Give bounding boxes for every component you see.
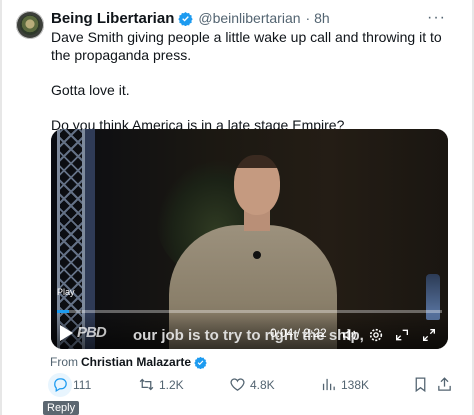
play-tooltip: Play xyxy=(57,287,75,297)
pip-icon[interactable] xyxy=(394,327,410,343)
repost-button[interactable]: 1.2K xyxy=(138,376,184,393)
attribution-source[interactable]: Christian Malazarte xyxy=(81,355,191,369)
share-button[interactable] xyxy=(436,376,457,393)
fullscreen-icon[interactable] xyxy=(421,327,437,343)
timestamp[interactable]: · 8h xyxy=(306,10,330,26)
tweet-text-line: Gotta love it. xyxy=(51,82,130,98)
speaker-head xyxy=(234,155,280,215)
repost-icon xyxy=(139,378,154,391)
like-count: 4.8K xyxy=(250,377,275,392)
verified-badge-icon xyxy=(194,356,207,369)
repost-count: 1.2K xyxy=(159,377,184,392)
reply-icon xyxy=(54,378,67,393)
avatar[interactable] xyxy=(16,11,44,39)
video-controls: PBD our job is to try to right the ship,… xyxy=(51,313,448,349)
video-time: 0:04 / 2:22 xyxy=(270,326,327,340)
like-button[interactable]: 4.8K xyxy=(229,376,275,393)
avatar-seal-image xyxy=(20,15,40,35)
microphone xyxy=(253,251,261,259)
watermark-logo: PBD xyxy=(77,324,107,341)
video-caption: our job is to try to right the ship, xyxy=(133,327,364,344)
views-count: 138K xyxy=(341,377,370,392)
bookmark-icon xyxy=(415,377,426,393)
settings-icon[interactable] xyxy=(368,327,384,343)
share-icon xyxy=(438,377,451,391)
tweet-text: Dave Smith giving people a little wake u… xyxy=(51,28,451,134)
volume-icon[interactable] xyxy=(341,327,357,343)
video-player[interactable]: Play PBD our job is to try to right the … xyxy=(51,129,448,349)
reply-tooltip: Reply xyxy=(43,401,80,415)
like-icon xyxy=(230,378,245,391)
bookmark-button[interactable] xyxy=(412,376,433,393)
reply-count: 111 xyxy=(73,377,92,392)
attribution-prefix: From xyxy=(50,355,78,369)
verified-badge-icon xyxy=(178,11,194,26)
views-icon xyxy=(322,378,335,391)
tweet-header: Being Libertarian @beinlibertarian · 8h xyxy=(51,9,330,27)
action-bar: 111 1.2K 4.8K 138K xyxy=(46,373,457,398)
author-name[interactable]: Being Libertarian xyxy=(51,10,174,27)
reply-button[interactable]: 111 xyxy=(48,373,92,397)
more-icon[interactable]: ··· xyxy=(427,9,446,27)
play-icon[interactable] xyxy=(60,325,73,341)
views-button[interactable]: 138K xyxy=(320,376,369,393)
tweet-card: Being Libertarian @beinlibertarian · 8h … xyxy=(0,0,474,415)
author-handle[interactable]: @beinlibertarian xyxy=(198,10,300,26)
tweet-text-line: Dave Smith giving people a little wake u… xyxy=(51,29,442,63)
video-attribution: From Christian Malazarte xyxy=(50,355,207,369)
